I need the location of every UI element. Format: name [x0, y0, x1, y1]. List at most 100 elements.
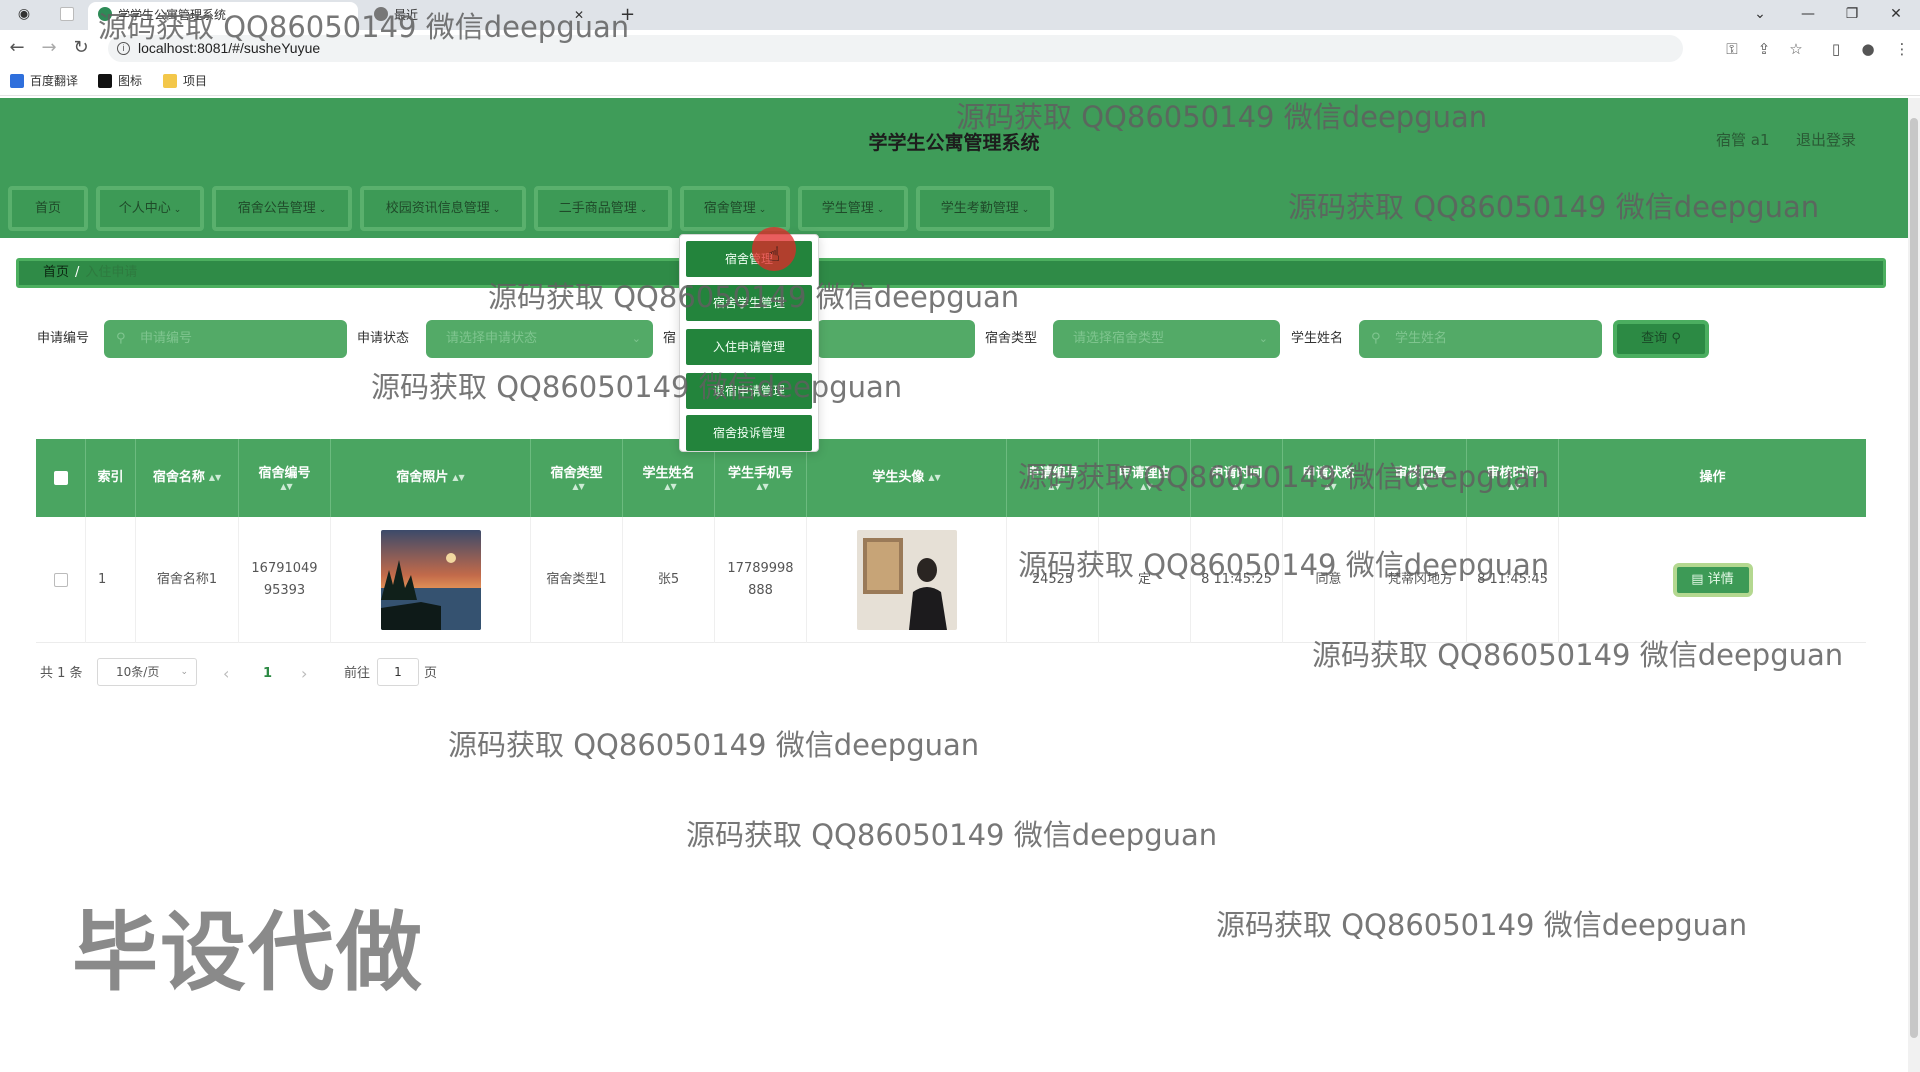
page-icon — [60, 7, 74, 21]
logout-link[interactable]: 退出登录 — [1796, 129, 1856, 150]
query-button[interactable]: 查询 ⚲ — [1613, 320, 1709, 358]
apply-no-input[interactable]: ⚲ 申请编号 — [104, 320, 347, 358]
column-header: 索引 — [86, 439, 136, 517]
hand-cursor-icon: ☝ — [768, 242, 781, 266]
chevron-down-icon: ⌄ — [758, 205, 767, 215]
key-icon[interactable]: ⚿ — [1722, 39, 1742, 59]
back-icon[interactable]: ← — [6, 38, 28, 60]
watermark-text: 源码获取 QQ86050149 微信deepguan — [371, 370, 903, 404]
search-icon: ⚲ — [1671, 331, 1681, 346]
apply-status-label: 申请状态 — [357, 331, 410, 346]
sort-icon[interactable]: ▲▼ — [280, 483, 292, 491]
watermark-text: 源码获取 QQ86050149 微信deepguan — [1018, 548, 1550, 582]
chevron-down-icon: ⌄ — [1021, 205, 1030, 215]
nav-news-management[interactable]: 校园资讯信息管理 ⌄ — [360, 186, 526, 231]
sort-icon[interactable]: ▲▼ — [452, 473, 464, 482]
star-icon[interactable]: ☆ — [1786, 39, 1806, 59]
chevron-down-icon: ⌄ — [631, 332, 641, 345]
menu-item-complaint[interactable]: 宿舍投诉管理 — [686, 415, 812, 451]
bookmark-item[interactable]: 图标 — [98, 73, 142, 89]
row-checkbox[interactable] — [53, 573, 68, 587]
cell-student-avatar — [807, 517, 1007, 643]
column-header[interactable]: 宿舍类型 ▲▼ — [531, 439, 623, 517]
blank-tab[interactable] — [50, 2, 86, 30]
breadcrumb-home[interactable]: 首页 — [43, 265, 69, 280]
row-select-cell — [36, 517, 86, 643]
select-all-cell — [36, 439, 86, 517]
pagination-total: 共 1 条 — [40, 666, 83, 681]
dorm-label-partial: 宿 — [663, 331, 677, 346]
chevron-down-icon: ⌄ — [180, 667, 188, 677]
restore-icon[interactable]: ❐ — [1830, 0, 1874, 30]
watermark-text: 源码获取 QQ86050149 微信deepguan — [1288, 190, 1820, 224]
nav-attendance-management[interactable]: 学生考勤管理 ⌄ — [916, 186, 1054, 231]
sort-icon[interactable]: ▲▼ — [572, 483, 584, 491]
cell-index: 1 — [86, 517, 136, 643]
sort-icon[interactable]: ▲▼ — [664, 483, 676, 491]
chevron-down-icon: ⌄ — [492, 205, 501, 215]
nav-student-management[interactable]: 学生管理 ⌄ — [798, 186, 908, 231]
dorm-photo-image[interactable] — [380, 530, 481, 630]
chevron-down-icon: ⌄ — [318, 205, 327, 215]
bookmark-item[interactable]: 项目 — [163, 73, 207, 89]
table-header: 索引 宿舍名称 ▲▼ 宿舍编号 ▲▼ 宿舍照片 ▲▼ 宿舍类型 ▲▼ 学生姓名 ▲▼ 学生… — [36, 439, 1866, 517]
column-header[interactable]: 宿舍名称 ▲▼ — [136, 439, 239, 517]
bookmarks-bar: 百度翻译 图标 项目 — [0, 66, 1920, 96]
folder-icon — [163, 74, 177, 88]
goto-label: 前往 — [344, 666, 371, 681]
watermark-text: 源码获取 QQ86050149 微信deepguan — [1216, 908, 1748, 942]
sidebar-icon[interactable]: ▯ — [1826, 39, 1846, 59]
table-row[interactable]: 1 宿舍名称1 16791049 95393 宿舍类型1 张5 17789998… — [36, 517, 1866, 643]
nav-dorm-management[interactable]: 宿舍管理 ⌄ — [680, 186, 790, 231]
next-page-button[interactable]: › — [301, 660, 307, 688]
watermark-text: 源码获取 QQ86050149 微信deepguan — [448, 728, 980, 762]
student-name-input[interactable]: ⚲ 学生姓名 — [1359, 320, 1602, 358]
share-icon[interactable]: ⇪ — [1754, 39, 1774, 59]
page-suffix-label: 页 — [424, 666, 438, 681]
scrollbar-thumb[interactable] — [1910, 118, 1918, 1038]
nav-home[interactable]: 首页 — [8, 186, 88, 231]
document-icon: ▤ — [1691, 572, 1704, 587]
column-header[interactable]: 学生头像 ▲▼ — [807, 439, 1007, 517]
tab-list-icon[interactable]: ⌄ — [1738, 0, 1782, 30]
forward-icon[interactable]: → — [38, 38, 60, 60]
profile-icon[interactable]: ● — [1858, 39, 1878, 59]
chevron-down-icon: ⌄ — [1258, 332, 1268, 345]
search-icon: ⚲ — [1371, 331, 1381, 346]
minimize-icon[interactable]: — — [1786, 0, 1830, 30]
cell-student-name: 张5 — [623, 517, 715, 643]
prev-page-button[interactable]: ‹ — [223, 660, 229, 688]
column-header[interactable]: 宿舍编号 ▲▼ — [239, 439, 331, 517]
menu-item-checkin-application[interactable]: 入住申请管理 — [686, 329, 812, 365]
cell-dorm-name: 宿舍名称1 — [136, 517, 239, 643]
more-menu-icon[interactable]: ⋮ — [1892, 39, 1912, 59]
watermark-text: 源码获取 QQ86050149 微信deepguan — [686, 818, 1218, 852]
nav-secondhand-management[interactable]: 二手商品管理 ⌄ — [534, 186, 672, 231]
browser-menu-icon[interactable]: ◉ — [4, 0, 44, 30]
reload-icon[interactable]: ↻ — [70, 38, 92, 60]
close-window-icon[interactable]: ✕ — [1874, 0, 1918, 30]
search-icon: ⚲ — [116, 331, 126, 346]
nav-personal-center[interactable]: 个人中心 ⌄ — [96, 186, 204, 231]
goto-page-input[interactable]: 1 — [377, 658, 419, 686]
chevron-down-icon: ⌄ — [173, 205, 182, 215]
select-all-checkbox[interactable] — [53, 471, 68, 485]
sort-icon[interactable]: ▲▼ — [928, 473, 940, 482]
sort-icon[interactable]: ▲▼ — [209, 473, 221, 482]
page-scrollbar[interactable] — [1908, 98, 1920, 1072]
page-number-current[interactable]: 1 — [263, 660, 272, 688]
dorm-type-select[interactable]: 请选择宿舍类型 ⌄ — [1053, 320, 1280, 358]
sort-icon[interactable]: ▲▼ — [756, 483, 768, 491]
nav-notice-management[interactable]: 宿舍公告管理 ⌄ — [212, 186, 352, 231]
icon-site-icon — [98, 74, 112, 88]
page-size-select[interactable]: 10条/页 ⌄ — [97, 658, 197, 686]
apply-status-select[interactable]: 请选择申请状态 ⌄ — [426, 320, 653, 358]
student-avatar-image[interactable] — [856, 530, 957, 630]
apply-no-label: 申请编号 — [37, 331, 90, 346]
detail-button[interactable]: ▤ 详情 — [1672, 563, 1753, 597]
column-header[interactable]: 宿舍照片 ▲▼ — [331, 439, 531, 517]
current-user: 宿管 a1 — [1716, 131, 1770, 149]
dorm-name-input[interactable] — [817, 320, 975, 358]
bookmark-item[interactable]: 百度翻译 — [10, 73, 78, 89]
cell-dorm-photo — [331, 517, 531, 643]
